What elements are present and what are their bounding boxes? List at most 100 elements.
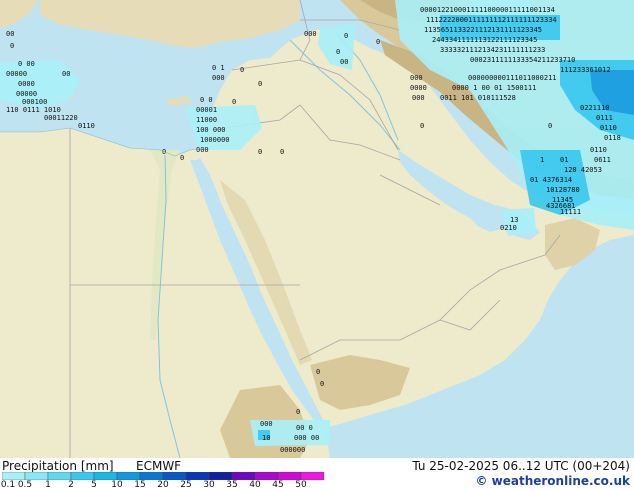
scale-tick-label: 0.5 [17, 480, 33, 490]
svg-text:13: 13 [510, 216, 518, 224]
svg-text:0: 0 [258, 80, 262, 88]
svg-text:00001: 00001 [196, 106, 217, 114]
svg-text:00000: 00000 [6, 70, 27, 78]
scale-tick-label: 35 [226, 480, 238, 490]
svg-text:000000: 000000 [280, 446, 305, 454]
svg-text:01 4376314: 01 4376314 [530, 176, 572, 184]
svg-text:120 42053: 120 42053 [564, 166, 602, 174]
svg-text:0110: 0110 [600, 124, 617, 132]
svg-text:0000: 0000 [18, 80, 35, 88]
svg-text:0011 101 010111528: 0011 101 010111528 [440, 94, 516, 102]
svg-text:2443341111113122111123345: 2443341111113122111123345 [432, 36, 537, 44]
svg-text:000: 000 [260, 420, 273, 428]
svg-text:0118: 0118 [604, 134, 621, 142]
svg-text:0: 0 [320, 380, 324, 388]
svg-text:1: 1 [540, 156, 544, 164]
scale-ticks: 0.1 0.5 1 2 5 10 15 20 25 30 35 40 45 50 [0, 480, 330, 490]
svg-text:0: 0 [258, 148, 262, 156]
svg-text:000000000111011000211: 000000000111011000211 [468, 74, 557, 82]
svg-text:111222200011111111211111112333: 1112222000111111112111111123334 [426, 16, 557, 24]
svg-text:00: 00 [6, 30, 14, 38]
scale-swatch [208, 472, 233, 480]
scale-swatch [116, 472, 141, 480]
svg-text:0110: 0110 [590, 146, 607, 154]
scale-tick-label: 2 [68, 480, 74, 490]
svg-text:000: 000 [196, 146, 209, 154]
svg-text:111233361012: 111233361012 [560, 66, 611, 74]
scale-swatch [185, 472, 210, 480]
svg-text:10: 10 [262, 434, 270, 442]
svg-text:0: 0 [180, 154, 184, 162]
svg-text:00011220: 00011220 [44, 114, 78, 122]
svg-text:0000: 0000 [410, 84, 427, 92]
svg-text:0: 0 [232, 98, 236, 106]
scale-tick-label: 5 [91, 480, 97, 490]
svg-text:00 0: 00 0 [296, 424, 313, 432]
scale-tick-label: 1 [45, 480, 51, 490]
svg-text:0002311111133354211233710: 0002311111133354211233710 [470, 56, 575, 64]
svg-text:0: 0 [548, 122, 552, 130]
scale-swatch [47, 472, 72, 480]
svg-text:11111: 11111 [560, 208, 581, 216]
svg-text:000: 000 [410, 74, 423, 82]
scale-swatch [2, 472, 26, 480]
svg-text:1135651133221112131111123345: 1135651133221112131111123345 [424, 26, 542, 34]
legend-footer: Precipitation [mm] ECMWF Tu 25-02-2025 0… [0, 458, 634, 490]
scale-tick-label: 10 [111, 480, 123, 490]
scale-swatch [70, 472, 95, 480]
svg-text:3333321112134231111111233: 3333321112134231111111233 [440, 46, 545, 54]
svg-text:0611: 0611 [594, 156, 611, 164]
scale-tick-label: 30 [203, 480, 215, 490]
svg-text:0000 1 00 01 1500111: 0000 1 00 01 1500111 [452, 84, 536, 92]
svg-text:000100: 000100 [22, 98, 47, 106]
scale-swatch [300, 472, 325, 480]
valid-time: Tu 25-02-2025 06..12 UTC (00+204) [412, 459, 630, 473]
scale-tick-label: 20 [157, 480, 169, 490]
svg-text:0: 0 [336, 48, 340, 56]
svg-text:0: 0 [376, 38, 380, 46]
scale-tick-label: 50 [295, 480, 307, 490]
model-name: ECMWF [136, 459, 182, 473]
svg-text:0: 0 [240, 66, 244, 74]
svg-text:000 00: 000 00 [294, 434, 319, 442]
scale-tick-label: 0.1 [0, 480, 16, 490]
svg-text:000: 000 [412, 94, 425, 102]
svg-text:0: 0 [10, 42, 14, 50]
svg-text:00: 00 [340, 58, 348, 66]
svg-text:000: 000 [212, 74, 225, 82]
scale-tick-label: 25 [180, 480, 192, 490]
svg-text:0: 0 [280, 148, 284, 156]
svg-text:11000: 11000 [196, 116, 217, 124]
svg-text:0: 0 [344, 32, 348, 40]
svg-text:110 0111 1010: 110 0111 1010 [6, 106, 61, 114]
svg-text:0 1: 0 1 [212, 64, 225, 72]
scale-swatch [162, 472, 187, 480]
svg-text:10128780: 10128780 [546, 186, 580, 194]
site-credit[interactable]: © weatheronline.co.uk [475, 474, 630, 488]
svg-text:00: 00 [62, 70, 70, 78]
svg-text:1000000: 1000000 [200, 136, 230, 144]
scale-tick-label: 45 [272, 480, 284, 490]
scale-tick-label: 15 [134, 480, 146, 490]
svg-text:0 0: 0 0 [200, 96, 213, 104]
scale-swatch [24, 472, 49, 480]
svg-text:0110: 0110 [78, 122, 95, 130]
svg-text:0 00: 0 00 [18, 60, 35, 68]
legend-title: Precipitation [mm] [2, 459, 114, 473]
svg-text:000: 000 [304, 30, 317, 38]
precipitation-map: 00001221000111110000011111001134 1112222… [0, 0, 634, 458]
scale-swatch [93, 472, 118, 480]
svg-text:100 000: 100 000 [196, 126, 226, 134]
scale-tick-label: 40 [249, 480, 261, 490]
scale-swatch [231, 472, 256, 480]
svg-text:0: 0 [316, 368, 320, 376]
scale-swatch [277, 472, 302, 480]
scale-swatch [254, 472, 279, 480]
svg-text:000012210001111100000111110011: 00001221000111110000011111001134 [420, 6, 555, 14]
svg-text:0210: 0210 [500, 224, 517, 232]
svg-text:01: 01 [560, 156, 568, 164]
svg-text:0: 0 [420, 122, 424, 130]
svg-text:0: 0 [296, 408, 300, 416]
scale-swatch [139, 472, 164, 480]
color-scale [2, 472, 325, 480]
